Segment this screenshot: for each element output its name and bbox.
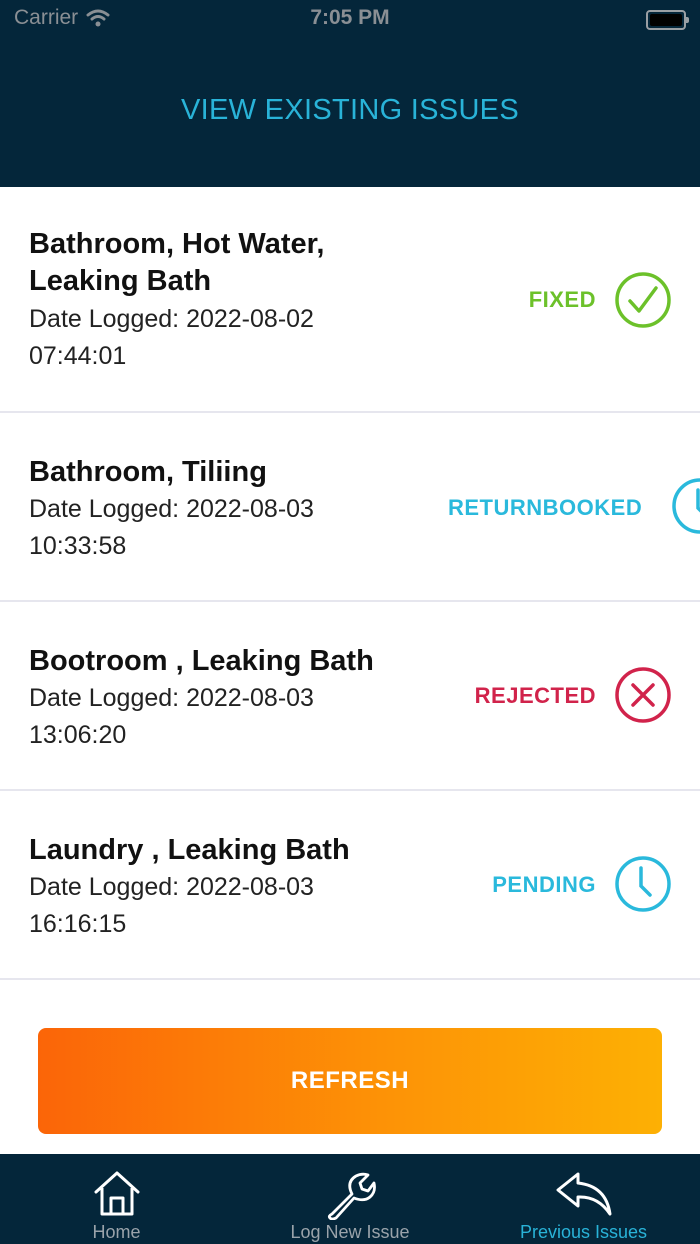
issue-date: Date Logged: 2022-08-03 16:16:15 <box>29 873 314 938</box>
status-time: 7:05 PM <box>310 6 390 29</box>
x-circle-icon <box>615 667 671 723</box>
tab-home[interactable]: Home <box>0 1154 233 1244</box>
tab-previous-issues[interactable]: Previous Issues <box>467 1154 700 1244</box>
issue-row[interactable]: Bathroom, Tiliing Date Logged: 2022-08-0… <box>0 413 700 602</box>
issue-title: Bathroom, Tiliing <box>29 456 267 488</box>
issue-date: Date Logged: 2022-08-03 13:06:20 <box>29 684 314 749</box>
clock-icon <box>615 856 671 912</box>
issue-row[interactable]: Bathroom, Hot Water, Leaking Bath Date L… <box>0 187 700 413</box>
tab-label: Home <box>92 1222 141 1242</box>
tab-log-new-issue[interactable]: Log New Issue <box>233 1154 467 1244</box>
issue-date: Date Logged: 2022-08-03 10:33:58 <box>29 495 314 560</box>
issue-row[interactable]: Bootroom , Leaking Bath Date Logged: 202… <box>0 602 700 791</box>
issue-title: Bathroom, Hot Water, Leaking Bath <box>29 228 325 297</box>
status-label: PENDING <box>492 872 596 897</box>
battery-icon <box>646 10 689 30</box>
reply-arrow-icon <box>556 1172 611 1216</box>
check-circle-icon <box>615 272 671 328</box>
tab-label: Previous Issues <box>519 1222 648 1242</box>
status-label: REJECTED <box>474 683 596 708</box>
status-label: RETURNBOOKED <box>448 495 643 520</box>
home-icon <box>94 1171 139 1216</box>
issue-title: Bootroom , Leaking Bath <box>29 645 374 677</box>
issue-row[interactable]: Laundry , Leaking Bath Date Logged: 2022… <box>0 791 700 980</box>
tab-label: Log New Issue <box>290 1222 410 1242</box>
tab-bar: Home Log New Issue Previous Issues <box>0 1154 700 1244</box>
wrench-icon <box>327 1172 376 1220</box>
page-title: VIEW EXISTING ISSUES <box>181 94 519 126</box>
clock-icon <box>672 478 700 534</box>
status-label: FIXED <box>528 287 596 312</box>
refresh-button[interactable]: REFRESH <box>38 1028 662 1134</box>
issue-title: Laundry , Leaking Bath <box>29 834 350 866</box>
header: Carrier 7:05 PM VIEW EXISTING ISSUES <box>0 0 700 187</box>
status-bar: Carrier 7:05 PM <box>0 0 700 40</box>
issue-list: Bathroom, Hot Water, Leaking Bath Date L… <box>0 187 700 980</box>
issue-date: Date Logged: 2022-08-02 07:44:01 <box>29 305 314 370</box>
